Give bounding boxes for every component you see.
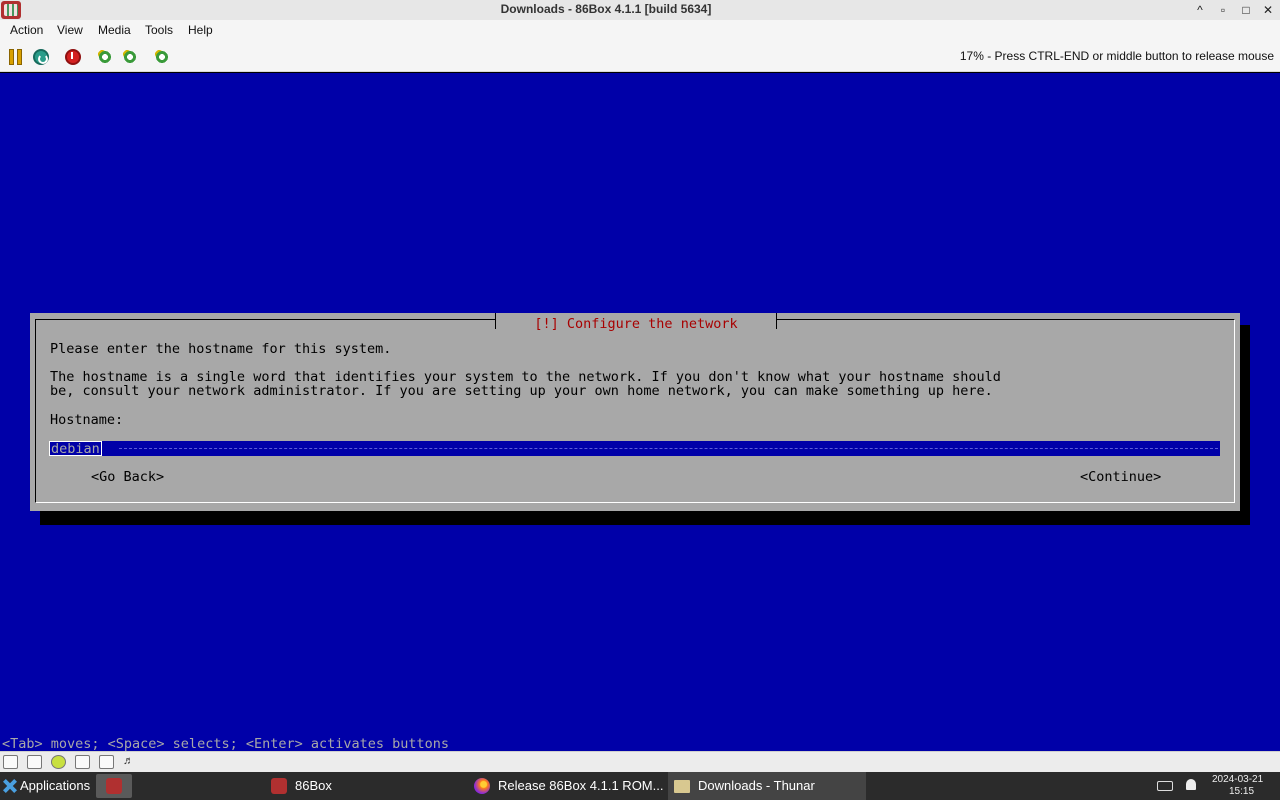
reset-icon[interactable] — [33, 49, 49, 65]
hostname-value: debian — [49, 441, 102, 457]
minimize-button[interactable]: ^ — [1189, 0, 1211, 20]
description-line-2: be, consult your network administrator. … — [50, 383, 993, 399]
keyboard-layout-icon[interactable] — [1157, 781, 1173, 791]
mouse-capture-status: 17% - Press CTRL-END or middle button to… — [959, 49, 1274, 63]
clock-time[interactable]: 15:15 — [1229, 786, 1254, 797]
sound-icon[interactable]: ♬ — [123, 755, 138, 769]
applications-menu-button[interactable]: Applications — [0, 772, 93, 800]
power-icon[interactable] — [65, 49, 81, 65]
installer-help-line: <Tab> moves; <Space> selects; <Enter> ac… — [2, 736, 450, 752]
taskbar: Applications 86Box Release 86Box 4.1.1 R… — [0, 772, 1280, 800]
hostname-prompt: Please enter the hostname for this syste… — [50, 341, 392, 357]
menu-view[interactable]: View — [57, 23, 83, 37]
hostname-label: Hostname: — [50, 412, 124, 428]
ctrl-alt-esc-icon[interactable] — [122, 49, 138, 65]
menu-media[interactable]: Media — [98, 23, 131, 37]
notification-bell-icon[interactable] — [1186, 779, 1196, 790]
emulator-status-bar: ♬ — [0, 751, 1280, 772]
task-label: Downloads - Thunar — [698, 778, 815, 793]
toolbar: 17% - Press CTRL-END or middle button to… — [0, 42, 1280, 72]
menu-action[interactable]: Action — [10, 23, 43, 37]
emulator-screen[interactable]: [!] Configure the network Please enter t… — [0, 73, 1280, 751]
task-label: 86Box — [295, 778, 332, 793]
clock-date[interactable]: 2024-03-21 — [1212, 774, 1263, 785]
floppy-drive-icon[interactable] — [3, 755, 18, 769]
configure-network-dialog: [!] Configure the network Please enter t… — [30, 313, 1240, 511]
task-label: Release 86Box 4.1.1 ROM... — [498, 778, 664, 793]
folder-icon — [674, 780, 690, 793]
network-icon[interactable] — [99, 755, 114, 769]
pause-icon[interactable] — [9, 49, 25, 65]
task-86box[interactable]: 86Box — [265, 772, 465, 800]
xfce-logo-icon — [3, 779, 17, 793]
window-titlebar[interactable]: Downloads - 86Box 4.1.1 [build 5634] ^ ▫… — [0, 0, 1280, 20]
window-title: Downloads - 86Box 4.1.1 [build 5634] — [500, 2, 712, 16]
cdrom-icon[interactable] — [51, 755, 66, 769]
description-line-1: The hostname is a single word that ident… — [50, 369, 1001, 385]
settings-icon[interactable] — [154, 49, 170, 65]
dialog-title: [!] Configure the network — [534, 316, 738, 332]
close-button[interactable]: ✕ — [1257, 0, 1279, 20]
firefox-icon — [474, 778, 490, 794]
hostname-input[interactable]: debian — [49, 441, 1220, 457]
menu-help[interactable]: Help — [188, 23, 213, 37]
86box-launcher-icon[interactable] — [96, 774, 132, 798]
applications-label: Applications — [20, 778, 91, 793]
maximize-button[interactable]: □ — [1235, 0, 1257, 20]
dialog-title-box: [!] Configure the network — [495, 313, 777, 332]
restore-button[interactable]: ▫ — [1212, 0, 1234, 20]
ctrl-alt-del-icon[interactable] — [97, 49, 113, 65]
task-thunar[interactable]: Downloads - Thunar — [668, 772, 866, 800]
86box-icon — [271, 778, 287, 794]
menu-tools[interactable]: Tools — [145, 23, 173, 37]
go-back-button[interactable]: <Go Back> — [91, 470, 164, 484]
task-firefox[interactable]: Release 86Box 4.1.1 ROM... — [468, 772, 666, 800]
menu-bar: Action View Media Tools Help — [0, 20, 1280, 42]
floppy-drive-2-icon[interactable] — [27, 755, 42, 769]
continue-button[interactable]: <Continue> — [1080, 470, 1161, 484]
hard-disk-icon[interactable] — [75, 755, 90, 769]
field-fill-line — [119, 448, 1218, 449]
